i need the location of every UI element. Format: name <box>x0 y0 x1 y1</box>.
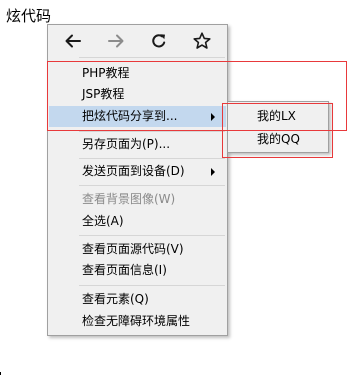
submenu-item-my-lx[interactable]: 我的LX <box>229 105 327 127</box>
submenu-arrow-icon <box>211 113 215 121</box>
menu-item-label: 查看元素(Q) <box>82 292 149 306</box>
menu-item-inspect-element[interactable]: 查看元素(Q) <box>49 289 226 310</box>
submenu-item-label: 我的LX <box>257 109 296 123</box>
submenu-item-label: 我的QQ <box>257 132 300 146</box>
menu-item-label: 另存页面为(P)... <box>82 137 171 151</box>
menu-item-select-all[interactable]: 全选(A) <box>49 211 226 232</box>
context-menu: PHP教程 JSP教程 把炫代码分享到... 另存页面为(P)... 发送页面到… <box>47 24 228 336</box>
menu-item-jsp-tutorial[interactable]: JSP教程 <box>49 84 226 105</box>
share-submenu: 我的LX 我的QQ <box>227 101 329 153</box>
submenu-item-my-qq[interactable]: 我的QQ <box>229 128 327 150</box>
menu-item-label: 全选(A) <box>82 214 124 228</box>
menu-item-view-page-info[interactable]: 查看页面信息(I) <box>49 260 226 281</box>
submenu-arrow-icon <box>211 168 215 176</box>
menu-item-inspect-accessibility[interactable]: 检查无障碍环境属性 <box>49 311 226 332</box>
separator <box>79 131 225 132</box>
menu-item-php-tutorial[interactable]: PHP教程 <box>49 63 226 84</box>
separator <box>79 185 225 186</box>
page-title: 炫代码 <box>6 7 52 25</box>
menu-item-view-source[interactable]: 查看页面源代码(V) <box>49 239 226 260</box>
reload-icon <box>152 34 166 48</box>
menu-item-label: 查看页面信息(I) <box>82 263 167 277</box>
arrow-right-icon <box>108 34 124 48</box>
reload-button[interactable] <box>148 31 170 51</box>
star-icon <box>193 32 211 49</box>
back-button[interactable] <box>62 31 84 51</box>
menu-item-view-background-image: 查看背景图像(W) <box>49 189 226 210</box>
page: 炫代码 PHP教程 JSP教程 把炫代码分享到... 另存页面为(P)... 发… <box>0 0 349 387</box>
separator <box>79 57 225 58</box>
arrow-left-icon <box>65 34 81 48</box>
menu-item-label: JSP教程 <box>82 87 125 101</box>
menu-item-save-page-as[interactable]: 另存页面为(P)... <box>49 134 226 155</box>
menu-item-label: 检查无障碍环境属性 <box>82 314 191 328</box>
separator <box>79 158 225 159</box>
menu-item-label: 把炫代码分享到... <box>82 109 178 123</box>
menu-item-label: 查看页面源代码(V) <box>82 242 184 256</box>
menu-item-label: PHP教程 <box>82 66 130 80</box>
separator <box>79 235 225 236</box>
navigation-bar <box>48 25 227 57</box>
menu-item-label: 发送页面到设备(D) <box>82 164 185 178</box>
menu-item-label: 查看背景图像(W) <box>82 192 176 206</box>
forward-button[interactable] <box>105 31 127 51</box>
menu-item-send-to-device[interactable]: 发送页面到设备(D) <box>49 161 226 182</box>
bookmark-button[interactable] <box>191 31 213 51</box>
stray-mark <box>0 372 1 375</box>
separator <box>79 285 225 286</box>
menu-item-share[interactable]: 把炫代码分享到... <box>49 106 226 127</box>
